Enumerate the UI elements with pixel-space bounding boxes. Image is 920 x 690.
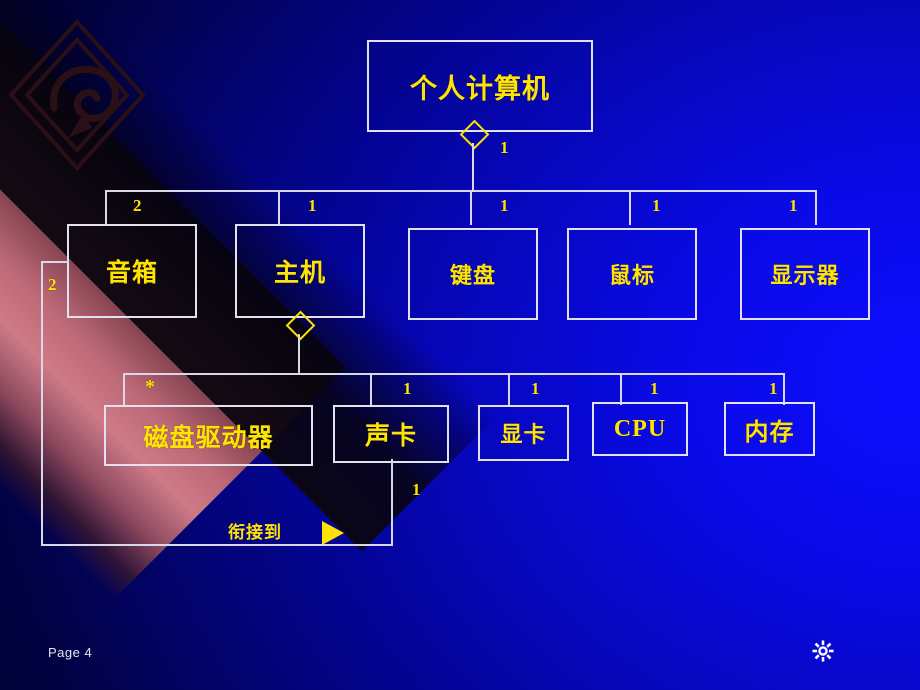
node-label: 磁盘驱动器: [143, 423, 274, 452]
multiplicity-mouse: 1: [652, 196, 661, 215]
node-label: 显示器: [770, 263, 840, 288]
node-label: 主机: [273, 259, 326, 287]
node-mouse[interactable]: 鼠标: [567, 228, 697, 320]
node-keyboard[interactable]: 键盘: [408, 228, 538, 320]
connector-assoc-to-speakers: [41, 261, 69, 263]
connector-drop-host: [278, 190, 280, 225]
node-personal-computer[interactable]: 个人计算机: [367, 40, 593, 132]
multiplicity-assoc-source: 1: [412, 480, 421, 499]
node-host[interactable]: 主机: [235, 224, 365, 318]
node-label: 声卡: [364, 422, 417, 450]
node-label: 内存: [744, 418, 795, 446]
connector-drop-monitor: [815, 190, 817, 225]
node-video-card[interactable]: 显卡: [478, 405, 569, 461]
association-label: 衔接到: [228, 523, 282, 542]
slide-canvas: 个人计算机 1 2 1 1 1 1 音箱 主机 键盘 鼠标 显示器 * 1 1 …: [0, 0, 920, 690]
multiplicity-assoc-target: 2: [48, 275, 57, 294]
node-label: 音箱: [105, 259, 158, 287]
multiplicity-monitor: 1: [789, 196, 798, 215]
node-label: 个人计算机: [410, 73, 550, 104]
connector-host-stem: [298, 334, 300, 374]
connector-drop-soundcard: [370, 373, 372, 405]
multiplicity-keyboard: 1: [500, 196, 509, 215]
node-monitor[interactable]: 显示器: [740, 228, 870, 320]
node-label: 键盘: [449, 263, 496, 288]
node-disk-drive[interactable]: 磁盘驱动器: [104, 405, 313, 466]
multiplicity-speakers: 2: [133, 196, 142, 215]
connector-drop-cpu: [620, 373, 622, 405]
node-label: 显卡: [500, 422, 547, 447]
node-memory[interactable]: 内存: [724, 402, 815, 456]
connector-drop-keyboard: [470, 190, 472, 225]
right-triangle-arrowhead: [322, 521, 344, 545]
multiplicity-host: 1: [308, 196, 317, 215]
node-label: CPU: [613, 415, 667, 442]
connector-drop-videocard: [508, 373, 510, 405]
multiplicity-root: 1: [500, 138, 509, 157]
node-label: 鼠标: [608, 263, 655, 288]
connector-drop-mouse: [629, 190, 631, 225]
gear-icon[interactable]: [812, 640, 834, 662]
node-speakers[interactable]: 音箱: [67, 224, 197, 318]
multiplicity-cpu: 1: [650, 379, 659, 398]
node-cpu[interactable]: CPU: [592, 402, 688, 456]
connector-assoc-soundcard-down: [391, 459, 393, 544]
multiplicity-soundcard: 1: [403, 379, 412, 398]
diamond-swirl-logo: [8, 19, 146, 171]
connector-bus-level2: [105, 190, 817, 192]
multiplicity-diskdrive: *: [145, 376, 155, 398]
multiplicity-memory: 1: [769, 379, 778, 398]
connector-drop-speakers: [105, 190, 107, 225]
page-number: Page 4: [48, 645, 93, 660]
multiplicity-videocard: 1: [531, 379, 540, 398]
connector-bus-level3: [123, 373, 783, 375]
connector-root-stem: [472, 143, 474, 191]
connector-assoc-left-riser: [41, 261, 43, 546]
connector-drop-memory: [783, 373, 785, 405]
connector-drop-diskdrive: [123, 373, 125, 405]
node-sound-card[interactable]: 声卡: [333, 405, 449, 463]
